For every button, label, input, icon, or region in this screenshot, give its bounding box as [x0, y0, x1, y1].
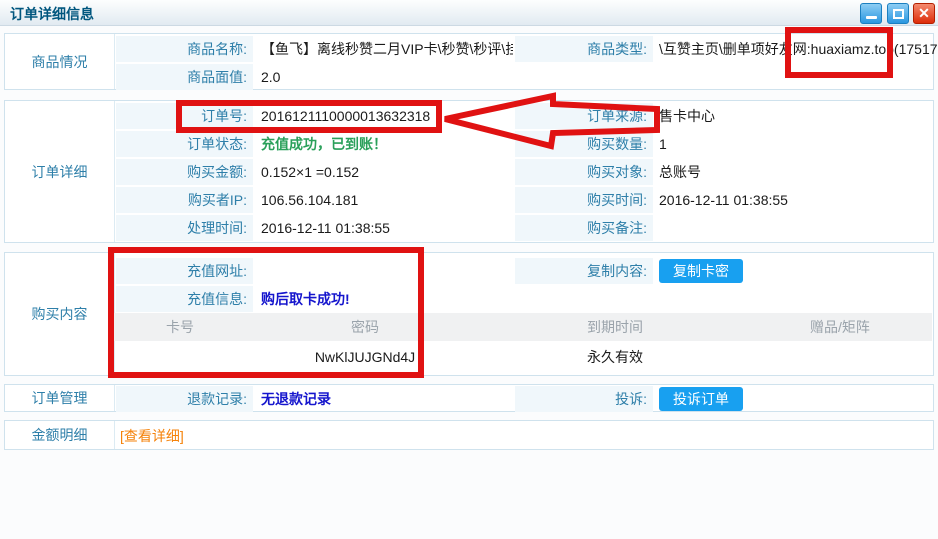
product-type-value: \互赞主页\删单项好友网:huaxiamz.top(17517: [659, 35, 938, 63]
copy-content-label: 复制内容:: [515, 258, 653, 284]
card-password-header: 密码: [250, 313, 480, 341]
expire-time-header: 到期时间: [480, 313, 750, 341]
product-face-row: 商品面值: 2.0: [116, 63, 933, 91]
close-button[interactable]: [913, 3, 935, 24]
recharge-info-label: 充值信息:: [116, 286, 253, 312]
section-amount-detail: 金额明细 [查看详细]: [4, 420, 934, 450]
recharge-url-label: 充值网址:: [116, 258, 253, 284]
section-manage-label: 订单管理: [5, 385, 115, 411]
buyer-ip-label: 购买者IP:: [116, 187, 253, 213]
process-time-label: 处理时间:: [116, 215, 253, 241]
complaint-label: 投诉:: [515, 386, 653, 412]
order-number-value: 2016121110000013632318: [261, 102, 430, 130]
order-row-4: 购买者IP: 106.56.104.181 购买时间: 2016-12-11 0…: [116, 186, 933, 214]
section-order-details: 订单详细 订单号: 2016121110000013632318 订单来源: 售…: [4, 100, 934, 243]
minimize-button[interactable]: [860, 3, 882, 24]
section-order-manage: 订单管理 退款记录: 无退款记录 投诉: 投诉订单: [4, 384, 934, 412]
order-source-label: 订单来源:: [515, 103, 653, 129]
product-face-value: 2.0: [261, 63, 280, 91]
section-purchase-content: 购买内容 充值网址: 复制内容: 复制卡密 充值信息: 购后取卡成功! 卡号 密…: [4, 252, 934, 376]
section-product-info: 商品情况 商品名称: 【鱼飞】离线秒赞二月VIP卡\秒赞\秒评\挂挂 商品类型:…: [4, 33, 934, 90]
title-bar: 订单详细信息: [0, 0, 938, 26]
order-status-value: 充值成功，已到账！: [261, 130, 387, 158]
buy-amount-value: 0.152×1 =0.152: [261, 158, 359, 186]
complain-order-button[interactable]: 投诉订单: [659, 387, 743, 411]
refund-record-label: 退款记录:: [116, 386, 253, 412]
product-name-value: 【鱼飞】离线秒赞二月VIP卡\秒赞\秒评\挂挂: [261, 35, 513, 63]
recharge-info-row: 充值信息: 购后取卡成功!: [116, 285, 933, 313]
card-table-header: 卡号 密码 到期时间 赠品/矩阵: [110, 313, 932, 341]
card-number-header: 卡号: [110, 313, 250, 341]
card-password-cell: NwKlJUJGNd4J: [250, 341, 480, 374]
manage-row: 退款记录: 无退款记录 投诉: 投诉订单: [116, 385, 933, 413]
minimize-icon: [866, 16, 877, 19]
buy-time-label: 购买时间:: [515, 187, 653, 213]
order-number-label: 订单号:: [116, 103, 253, 129]
order-source-value: 售卡中心: [659, 102, 715, 130]
view-detail-link[interactable]: [查看详细]: [120, 422, 184, 450]
product-face-label: 商品面值:: [116, 64, 253, 90]
order-row-5: 处理时间: 2016-12-11 01:38:55 购买备注:: [116, 214, 933, 242]
buy-remark-label: 购买备注:: [515, 215, 653, 241]
buy-target-label: 购买对象:: [515, 159, 653, 185]
maximize-button[interactable]: [887, 3, 909, 24]
expire-time-cell: 永久有效: [480, 341, 750, 374]
buy-amount-label: 购买金额:: [116, 159, 253, 185]
amount-row: [查看详细]: [116, 422, 933, 450]
section-content-label: 购买内容: [5, 253, 115, 375]
buy-qty-value: 1: [659, 130, 667, 158]
section-order-label: 订单详细: [5, 101, 115, 242]
process-time-value: 2016-12-11 01:38:55: [261, 214, 390, 242]
recharge-info-value: 购后取卡成功!: [261, 285, 350, 313]
card-table-row: NwKlJUJGNd4J 永久有效: [110, 341, 932, 374]
product-type-label: 商品类型:: [515, 36, 653, 62]
buy-time-value: 2016-12-11 01:38:55: [659, 186, 788, 214]
product-name-label: 商品名称:: [116, 36, 253, 62]
gift-matrix-header: 赠品/矩阵: [750, 313, 930, 341]
buy-qty-label: 购买数量:: [515, 131, 653, 157]
card-number-cell: [110, 341, 250, 374]
buy-target-value: 总账号: [659, 158, 701, 186]
section-amount-label: 金额明细: [5, 421, 115, 449]
gift-matrix-cell: [750, 341, 930, 374]
product-name-row: 商品名称: 【鱼飞】离线秒赞二月VIP卡\秒赞\秒评\挂挂 商品类型: \互赞主…: [116, 35, 933, 63]
copy-card-button[interactable]: 复制卡密: [659, 259, 743, 283]
section-product-label: 商品情况: [5, 34, 115, 89]
buyer-ip-value: 106.56.104.181: [261, 186, 358, 214]
refund-record-value: 无退款记录: [261, 385, 331, 413]
order-status-label: 订单状态:: [116, 131, 253, 157]
window-title: 订单详细信息: [10, 4, 94, 24]
recharge-url-row: 充值网址: 复制内容: 复制卡密: [116, 257, 933, 285]
maximize-icon: [893, 9, 904, 19]
order-row-2: 订单状态: 充值成功，已到账！ 购买数量: 1: [116, 130, 933, 158]
order-row-1: 订单号: 2016121110000013632318 订单来源: 售卡中心: [116, 102, 933, 130]
order-row-3: 购买金额: 0.152×1 =0.152 购买对象: 总账号: [116, 158, 933, 186]
